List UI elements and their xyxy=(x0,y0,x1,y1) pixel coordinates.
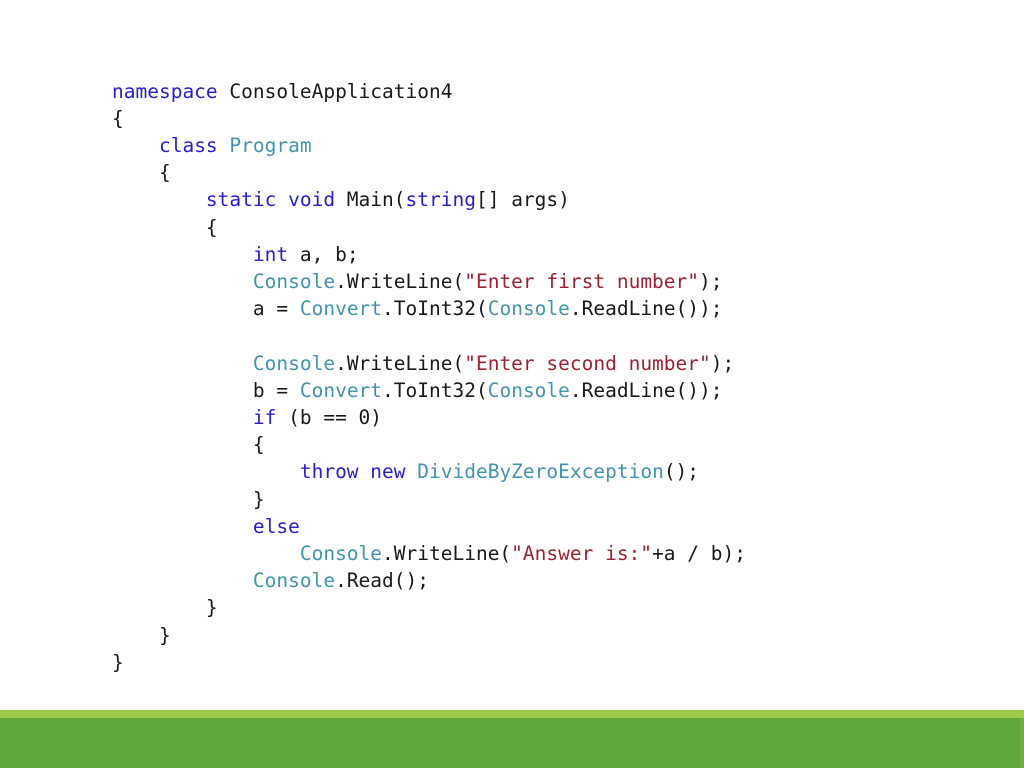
code-token-pln: .ReadLine()); xyxy=(569,297,723,321)
code-token-pln xyxy=(218,134,230,157)
code-token-pln: .WriteLine( xyxy=(335,351,465,375)
code-line: { xyxy=(112,105,746,132)
code-token-kw: else xyxy=(252,514,300,538)
code-line: b = Convert.ToInt32(Console.ReadLine()); xyxy=(112,377,746,404)
code-token-type: Console xyxy=(299,541,383,565)
code-line: a = Convert.ToInt32(Console.ReadLine()); xyxy=(112,295,746,322)
code-token-type: Console xyxy=(252,269,336,293)
code-token-pln: { xyxy=(205,215,218,239)
code-token-kw: throw new xyxy=(299,460,406,484)
code-token-kw: namespace xyxy=(112,79,218,103)
code-token-pln: ); xyxy=(699,269,723,293)
code-token-pln: b = xyxy=(252,378,300,402)
code-token-type: Console xyxy=(487,297,570,321)
code-token-pln: Main( xyxy=(335,188,406,212)
code-token-str: "Enter first number" xyxy=(464,269,700,293)
code-line: Console.WriteLine("Enter first number"); xyxy=(112,268,746,295)
code-token-kw: if xyxy=(252,405,277,429)
code-token-pln: ConsoleApplication4 xyxy=(217,79,453,103)
code-token-pln: (b == 0) xyxy=(276,405,383,429)
code-line: else xyxy=(112,513,746,540)
code-line: Console.WriteLine("Enter second number")… xyxy=(112,350,746,377)
code-token-pln: ); xyxy=(710,351,735,375)
code-token-pln: .WriteLine( xyxy=(382,541,512,565)
code-token-pln: [] args) xyxy=(475,188,570,212)
code-token-type: Console xyxy=(252,569,336,593)
code-token-type: Console xyxy=(252,351,336,375)
code-token-pln: .WriteLine( xyxy=(335,269,465,293)
code-token-pln: { xyxy=(112,106,124,130)
code-token-pln: .ReadLine()); xyxy=(569,378,723,402)
code-line: namespace ConsoleApplication4 xyxy=(112,78,746,105)
code-token-pln: } xyxy=(205,596,218,620)
code-token-pln: } xyxy=(252,487,265,511)
footer-accent-strip xyxy=(0,710,1024,718)
code-token-kw: int xyxy=(252,242,289,266)
code-line: class Program xyxy=(112,132,746,159)
code-token-kw: class xyxy=(158,133,218,157)
code-line: } xyxy=(112,594,746,621)
code-token-pln: } xyxy=(112,650,124,674)
code-line: { xyxy=(112,214,746,241)
code-line: { xyxy=(112,431,746,458)
code-token-kw: static void xyxy=(205,188,336,212)
footer-band-edge xyxy=(1020,718,1024,768)
code-line: int a, b; xyxy=(112,241,746,268)
code-token-type: Convert xyxy=(299,297,383,321)
code-token-type: Console xyxy=(487,378,570,402)
code-listing: namespace ConsoleApplication4{ class Pro… xyxy=(112,78,746,676)
code-token-pln: .ToInt32( xyxy=(382,297,488,321)
code-token-str: "Answer is:" xyxy=(511,541,653,565)
code-token-pln: .Read(); xyxy=(335,569,429,593)
code-line: Console.WriteLine("Answer is:"+a / b); xyxy=(112,540,746,567)
code-line: { xyxy=(112,159,746,186)
code-line: throw new DivideByZeroException(); xyxy=(112,458,746,485)
code-token-pln: .ToInt32( xyxy=(382,378,488,402)
footer-band xyxy=(0,718,1024,768)
code-line: } xyxy=(112,622,746,649)
code-token-pln: a = xyxy=(252,297,300,321)
code-token-pln: { xyxy=(158,161,171,185)
code-token-kw: string xyxy=(405,188,476,212)
slide-canvas: namespace ConsoleApplication4{ class Pro… xyxy=(0,0,1024,768)
code-line: Console.Read(); xyxy=(112,567,746,594)
code-token-type: DivideByZeroException xyxy=(417,460,664,484)
code-token-pln: +a / b); xyxy=(652,541,746,565)
code-token-pln: { xyxy=(252,433,265,457)
code-line: static void Main(string[] args) xyxy=(112,186,746,213)
code-line: } xyxy=(112,486,746,513)
code-token-pln: (); xyxy=(663,460,700,484)
code-token-pln: a, b; xyxy=(288,242,359,266)
code-line: } xyxy=(112,649,746,676)
code-token-pln xyxy=(406,460,418,483)
code-token-str: "Enter second number" xyxy=(464,351,711,375)
code-line: if (b == 0) xyxy=(112,404,746,431)
code-token-type: Convert xyxy=(299,378,383,402)
code-token-pln: } xyxy=(158,623,171,647)
code-token-type: Program xyxy=(229,133,312,157)
